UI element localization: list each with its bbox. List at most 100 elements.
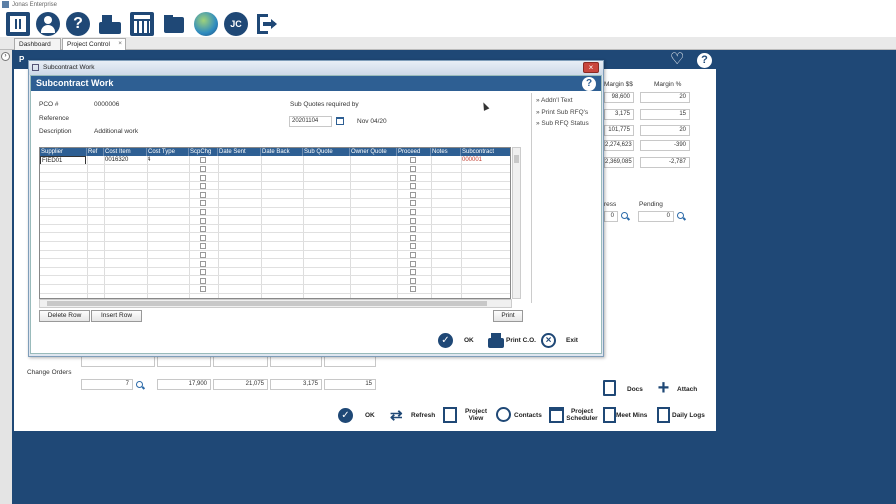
ok-button-label[interactable]: OK [365, 412, 375, 419]
proceed-checkbox[interactable] [410, 260, 416, 267]
table-row[interactable] [40, 165, 510, 174]
sub-rfq-status-link[interactable]: » Sub RFQ Status [536, 120, 589, 127]
table-row[interactable] [40, 190, 510, 199]
table-row[interactable] [40, 242, 510, 251]
proceed-checkbox[interactable] [410, 183, 416, 190]
scpchg-checkbox[interactable] [200, 260, 206, 267]
scpchg-checkbox[interactable] [200, 243, 206, 250]
scpchg-checkbox[interactable] [200, 286, 206, 293]
scroll-thumb[interactable] [47, 301, 487, 306]
proceed-checkbox[interactable] [410, 286, 416, 293]
proceed-checkbox[interactable] [410, 191, 416, 198]
meet-mins-button-label[interactable]: Meet Mins [616, 412, 647, 419]
table-row[interactable] [40, 285, 510, 294]
tab-dashboard[interactable]: Dashboard [14, 38, 61, 50]
addn-text-link[interactable]: » Addn'l Text [536, 97, 573, 104]
scpchg-checkbox[interactable] [200, 183, 206, 190]
search-icon[interactable] [677, 212, 684, 219]
print-sub-rfq-link[interactable]: » Print Sub RFQ's [536, 109, 588, 116]
search-icon[interactable] [136, 381, 143, 388]
proceed-checkbox[interactable] [410, 234, 416, 241]
table-row[interactable] [40, 276, 510, 285]
fax-print-icon[interactable] [98, 12, 122, 36]
refresh-button-label[interactable]: Refresh [411, 412, 435, 419]
calendar-icon[interactable] [549, 407, 564, 423]
scpchg-checkbox[interactable] [200, 226, 206, 233]
folder-icon[interactable] [162, 12, 186, 36]
proceed-checkbox[interactable] [410, 165, 416, 172]
daily-logs-icon[interactable] [657, 407, 670, 423]
table-row[interactable] [40, 156, 510, 165]
project-view-icon[interactable] [443, 407, 457, 423]
close-icon[interactable]: × [118, 40, 122, 47]
scpchg-checkbox[interactable] [200, 251, 206, 258]
sub-quotes-date-field[interactable]: 20201104 [289, 116, 332, 127]
contacts-button-label[interactable]: Contacts [514, 412, 542, 419]
col-cost-item[interactable]: Cost Item [104, 148, 147, 156]
col-cost-type[interactable]: Cost Type [147, 148, 189, 156]
grid-vertical-scrollbar[interactable] [512, 147, 521, 299]
pending-field[interactable]: 0 [638, 211, 674, 222]
col-sub-quote[interactable]: Sub Quote [303, 148, 350, 156]
scpchg-checkbox[interactable] [200, 234, 206, 241]
attach-button-label[interactable]: Attach [677, 386, 697, 393]
jc-logo-icon[interactable]: JC [224, 12, 248, 36]
project-view-button-label[interactable]: Project View [463, 408, 489, 422]
col-date-back[interactable]: Date Back [261, 148, 303, 156]
reference-value[interactable] [94, 115, 244, 123]
scpchg-checkbox[interactable] [200, 277, 206, 284]
proceed-checkbox[interactable] [410, 200, 416, 207]
project-scheduler-button-label[interactable]: Project Scheduler [566, 408, 598, 422]
favorite-heart-icon[interactable]: ♡ [670, 52, 687, 68]
daily-logs-button-label[interactable]: Daily Logs [672, 412, 705, 419]
table-row[interactable] [40, 251, 510, 260]
proceed-checkbox[interactable] [410, 217, 416, 224]
exit-button-label[interactable]: Exit [566, 337, 578, 344]
table-row[interactable] [40, 225, 510, 234]
globe-icon[interactable] [194, 12, 218, 36]
description-value[interactable]: Additional work [94, 128, 138, 135]
col-subcontract[interactable]: Subcontract [461, 148, 510, 156]
help-icon[interactable]: ? [582, 77, 596, 91]
print-co-button-label[interactable]: Print C.O. [506, 337, 536, 344]
col-ref[interactable]: Ref [87, 148, 104, 156]
proceed-checkbox[interactable] [410, 226, 416, 233]
delete-row-button[interactable]: Delete Row [39, 310, 90, 322]
scpchg-checkbox[interactable] [200, 217, 206, 224]
proceed-checkbox[interactable] [410, 157, 416, 164]
proceed-checkbox[interactable] [410, 251, 416, 258]
docs-icon[interactable] [603, 380, 616, 396]
table-row[interactable] [40, 208, 510, 217]
proceed-checkbox[interactable] [410, 277, 416, 284]
dialog-ok-button-label[interactable]: OK [464, 337, 474, 344]
tab-project-control[interactable]: Project Control × [62, 38, 126, 50]
scpchg-checkbox[interactable] [200, 208, 206, 215]
calendar-icon[interactable] [336, 117, 344, 125]
exit-x-icon[interactable]: × [541, 333, 556, 348]
close-icon[interactable]: × [583, 62, 599, 73]
col-supplier[interactable]: Supplier [40, 148, 87, 156]
progress-field[interactable]: 0 [604, 211, 618, 222]
ok-check-icon[interactable]: ✓ [338, 408, 353, 423]
expand-panel-icon[interactable]: › [1, 52, 10, 61]
scpchg-checkbox[interactable] [200, 200, 206, 207]
attach-plus-icon[interactable]: + [656, 378, 671, 398]
calculator-icon[interactable] [130, 12, 154, 36]
table-row[interactable] [40, 233, 510, 242]
help-icon[interactable]: ? [697, 53, 712, 68]
col-notes[interactable]: Notes [431, 148, 461, 156]
proceed-checkbox[interactable] [410, 174, 416, 181]
scpchg-checkbox[interactable] [200, 174, 206, 181]
table-row[interactable] [40, 259, 510, 268]
docs-button-label[interactable]: Docs [627, 386, 643, 393]
print-button[interactable]: Print [493, 310, 523, 322]
scpchg-checkbox[interactable] [200, 269, 206, 276]
search-icon[interactable] [621, 212, 628, 219]
col-date-sent[interactable]: Date Sent [218, 148, 261, 156]
proceed-checkbox[interactable] [410, 243, 416, 250]
refresh-icon[interactable]: ⇄ [390, 408, 406, 423]
help-icon[interactable]: ? [66, 12, 90, 36]
col-owner-quote[interactable]: Owner Quote [350, 148, 397, 156]
scpchg-checkbox[interactable] [200, 157, 206, 164]
table-row[interactable] [40, 173, 510, 182]
